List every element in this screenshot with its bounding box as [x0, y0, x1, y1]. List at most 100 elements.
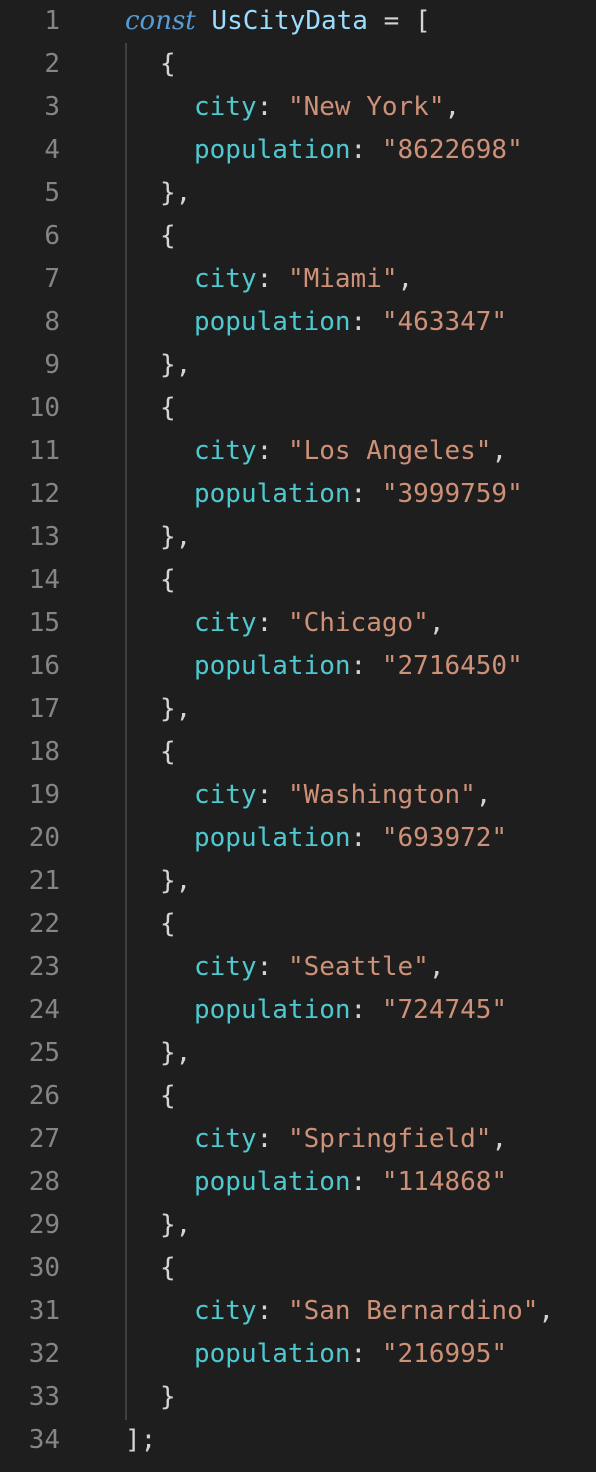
population-key: population — [194, 995, 351, 1025]
population-value: "8622698" — [381, 135, 523, 165]
code-line: const UsCityData = [ — [125, 0, 431, 43]
code-line: city: "Seattle", — [194, 946, 444, 989]
code-line: city: "Springfield", — [194, 1118, 507, 1161]
comma: , — [444, 92, 461, 122]
code-line: city: "Chicago", — [194, 602, 444, 645]
open-brace: { — [160, 1253, 176, 1283]
city-key: city — [194, 1296, 257, 1326]
city-value: "Los Angeles" — [287, 436, 492, 466]
population-key: population — [194, 651, 351, 681]
code-line: population: "724745" — [194, 989, 507, 1032]
code-line: population: "463347" — [194, 301, 507, 344]
colon: : — [256, 608, 273, 638]
comma: , — [491, 436, 508, 466]
colon: : — [256, 264, 273, 294]
comma: , — [428, 608, 445, 638]
population-key: population — [194, 1167, 351, 1197]
city-key: city — [194, 608, 257, 638]
code-line: { — [160, 903, 176, 946]
population-value: "3999759" — [381, 479, 523, 509]
colon: : — [350, 651, 367, 681]
assign-operator: = — [383, 6, 400, 36]
open-brace: { — [160, 221, 176, 251]
code-area[interactable]: const UsCityData = [{city: "New York", po… — [0, 0, 596, 1472]
comma: , — [491, 1124, 508, 1154]
code-line: city: "Los Angeles", — [194, 430, 507, 473]
code-line: { — [160, 387, 176, 430]
close-bracket: ]; — [125, 1425, 157, 1455]
city-key: city — [194, 436, 257, 466]
population-key: population — [194, 479, 351, 509]
population-key: population — [194, 135, 351, 165]
city-value: "Springfield" — [287, 1124, 492, 1154]
code-line: population: "693972" — [194, 817, 507, 860]
population-key: population — [194, 1339, 351, 1369]
city-value: "Chicago" — [287, 608, 429, 638]
code-line: { — [160, 559, 176, 602]
code-line: { — [160, 215, 176, 258]
population-key: population — [194, 823, 351, 853]
city-value: "San Bernardino" — [287, 1296, 539, 1326]
code-line: population: "114868" — [194, 1161, 507, 1204]
code-line: { — [160, 731, 176, 774]
code-line: population: "3999759" — [194, 473, 523, 516]
close-brace: }, — [160, 1210, 192, 1240]
code-line: city: "Miami", — [194, 258, 413, 301]
code-line: }, — [160, 688, 191, 731]
colon: : — [256, 1124, 273, 1154]
colon: : — [350, 307, 367, 337]
city-value: "New York" — [287, 92, 445, 122]
code-line: city: "San Bernardino", — [194, 1290, 554, 1333]
city-key: city — [194, 780, 257, 810]
comma: , — [475, 780, 492, 810]
city-key: city — [194, 952, 257, 982]
colon: : — [256, 952, 273, 982]
open-brace: { — [160, 49, 176, 79]
city-key: city — [194, 264, 257, 294]
open-brace: { — [160, 393, 176, 423]
code-line: }, — [160, 344, 191, 387]
open-bracket: [ — [414, 6, 431, 36]
code-line: population: "8622698" — [194, 129, 523, 172]
code-line: { — [160, 1075, 176, 1118]
colon: : — [350, 135, 367, 165]
colon: : — [350, 995, 367, 1025]
code-line: city: "New York", — [194, 86, 460, 129]
code-line: }, — [160, 516, 191, 559]
close-brace: }, — [160, 350, 192, 380]
open-brace: { — [160, 737, 176, 767]
close-brace: }, — [160, 1038, 192, 1068]
variable-name: UsCityData — [211, 6, 368, 36]
population-value: "2716450" — [381, 651, 523, 681]
close-brace: }, — [160, 522, 192, 552]
colon: : — [350, 1167, 367, 1197]
code-line: }, — [160, 860, 191, 903]
open-brace: { — [160, 565, 176, 595]
city-value: "Miami" — [287, 264, 398, 294]
colon: : — [256, 436, 273, 466]
population-key: population — [194, 307, 351, 337]
code-line: population: "2716450" — [194, 645, 523, 688]
close-brace: }, — [160, 178, 192, 208]
open-brace: { — [160, 1081, 176, 1111]
colon: : — [350, 479, 367, 509]
comma: , — [428, 952, 445, 982]
code-editor[interactable]: 1 2 3 4 5 6 7 8 9 10 11 12 13 14 15 16 17 18 19 20 21 22 23 24 2… — [0, 0, 596, 1472]
city-key: city — [194, 1124, 257, 1154]
close-brace: } — [160, 1382, 176, 1412]
colon: : — [350, 1339, 367, 1369]
code-line: city: "Washington", — [194, 774, 491, 817]
population-value: "114868" — [381, 1167, 508, 1197]
code-line: { — [160, 1247, 176, 1290]
close-brace: }, — [160, 694, 192, 724]
population-value: "724745" — [381, 995, 508, 1025]
colon: : — [256, 92, 273, 122]
colon: : — [256, 780, 273, 810]
population-value: "693972" — [381, 823, 508, 853]
city-key: city — [194, 92, 257, 122]
code-line: }, — [160, 1032, 191, 1075]
city-value: "Seattle" — [287, 952, 429, 982]
code-line: { — [160, 43, 176, 86]
colon: : — [256, 1296, 273, 1326]
population-value: "216995" — [381, 1339, 508, 1369]
